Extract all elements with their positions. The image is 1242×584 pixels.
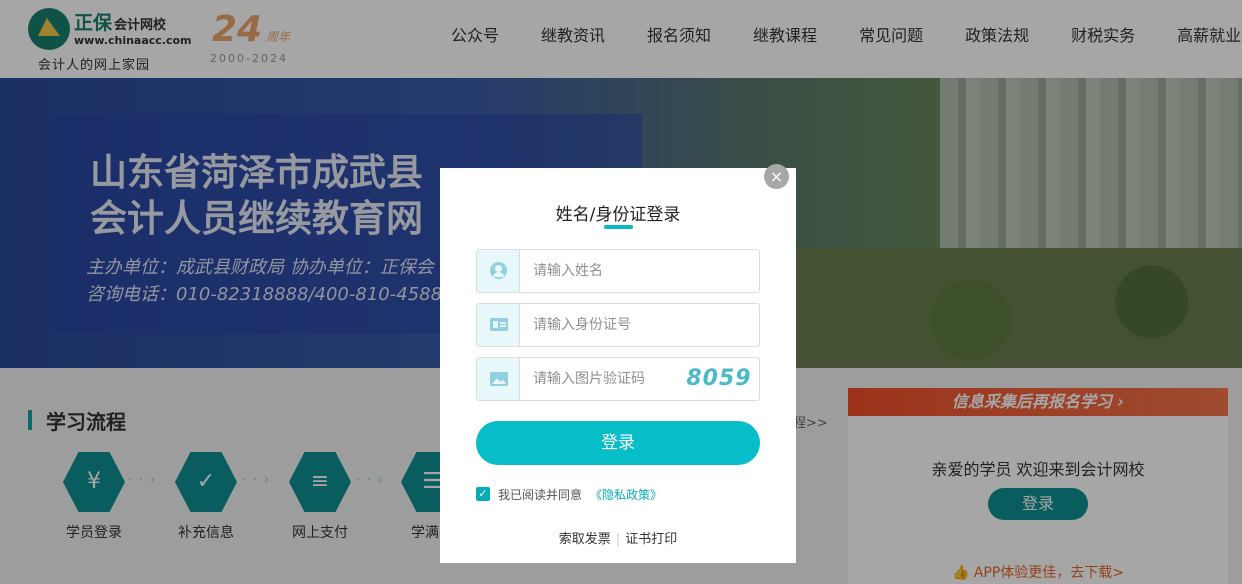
field-icon-box [477, 304, 520, 346]
captcha-field: 8059 [476, 357, 760, 401]
privacy-policy-link[interactable]: 《隐私政策》 [590, 486, 662, 503]
name-input[interactable] [533, 250, 673, 292]
login-modal: 姓名/身份证登录 8059 登录 ✓ 我已阅读并同意 《隐私政策》 索取发票 | 证… [440, 168, 796, 563]
bottom-links: 索取发票 | 证书打印 [440, 528, 796, 547]
close-icon[interactable]: × [764, 164, 789, 189]
title-underline [604, 225, 633, 229]
modal-title: 姓名/身份证登录 [555, 205, 681, 225]
captcha-image[interactable]: 8059 [683, 364, 755, 394]
id-number-field [476, 303, 760, 347]
field-icon-box [477, 358, 520, 400]
user-icon [490, 262, 507, 279]
certificate-print-link[interactable]: 证书打印 [625, 532, 677, 547]
id-card-icon [490, 318, 508, 331]
name-field [476, 249, 760, 293]
id-number-input[interactable] [533, 304, 673, 346]
field-icon-box [477, 250, 520, 292]
login-button[interactable]: 登录 [476, 421, 760, 465]
checkmark-icon: ✓ [478, 487, 488, 500]
invoice-link[interactable]: 索取发票 [559, 532, 611, 547]
captcha-input[interactable] [533, 358, 673, 400]
link-separator: | [615, 532, 621, 547]
agree-text: 我已阅读并同意 [498, 488, 583, 502]
agree-checkbox[interactable]: ✓ [476, 487, 490, 501]
image-icon [490, 372, 508, 386]
